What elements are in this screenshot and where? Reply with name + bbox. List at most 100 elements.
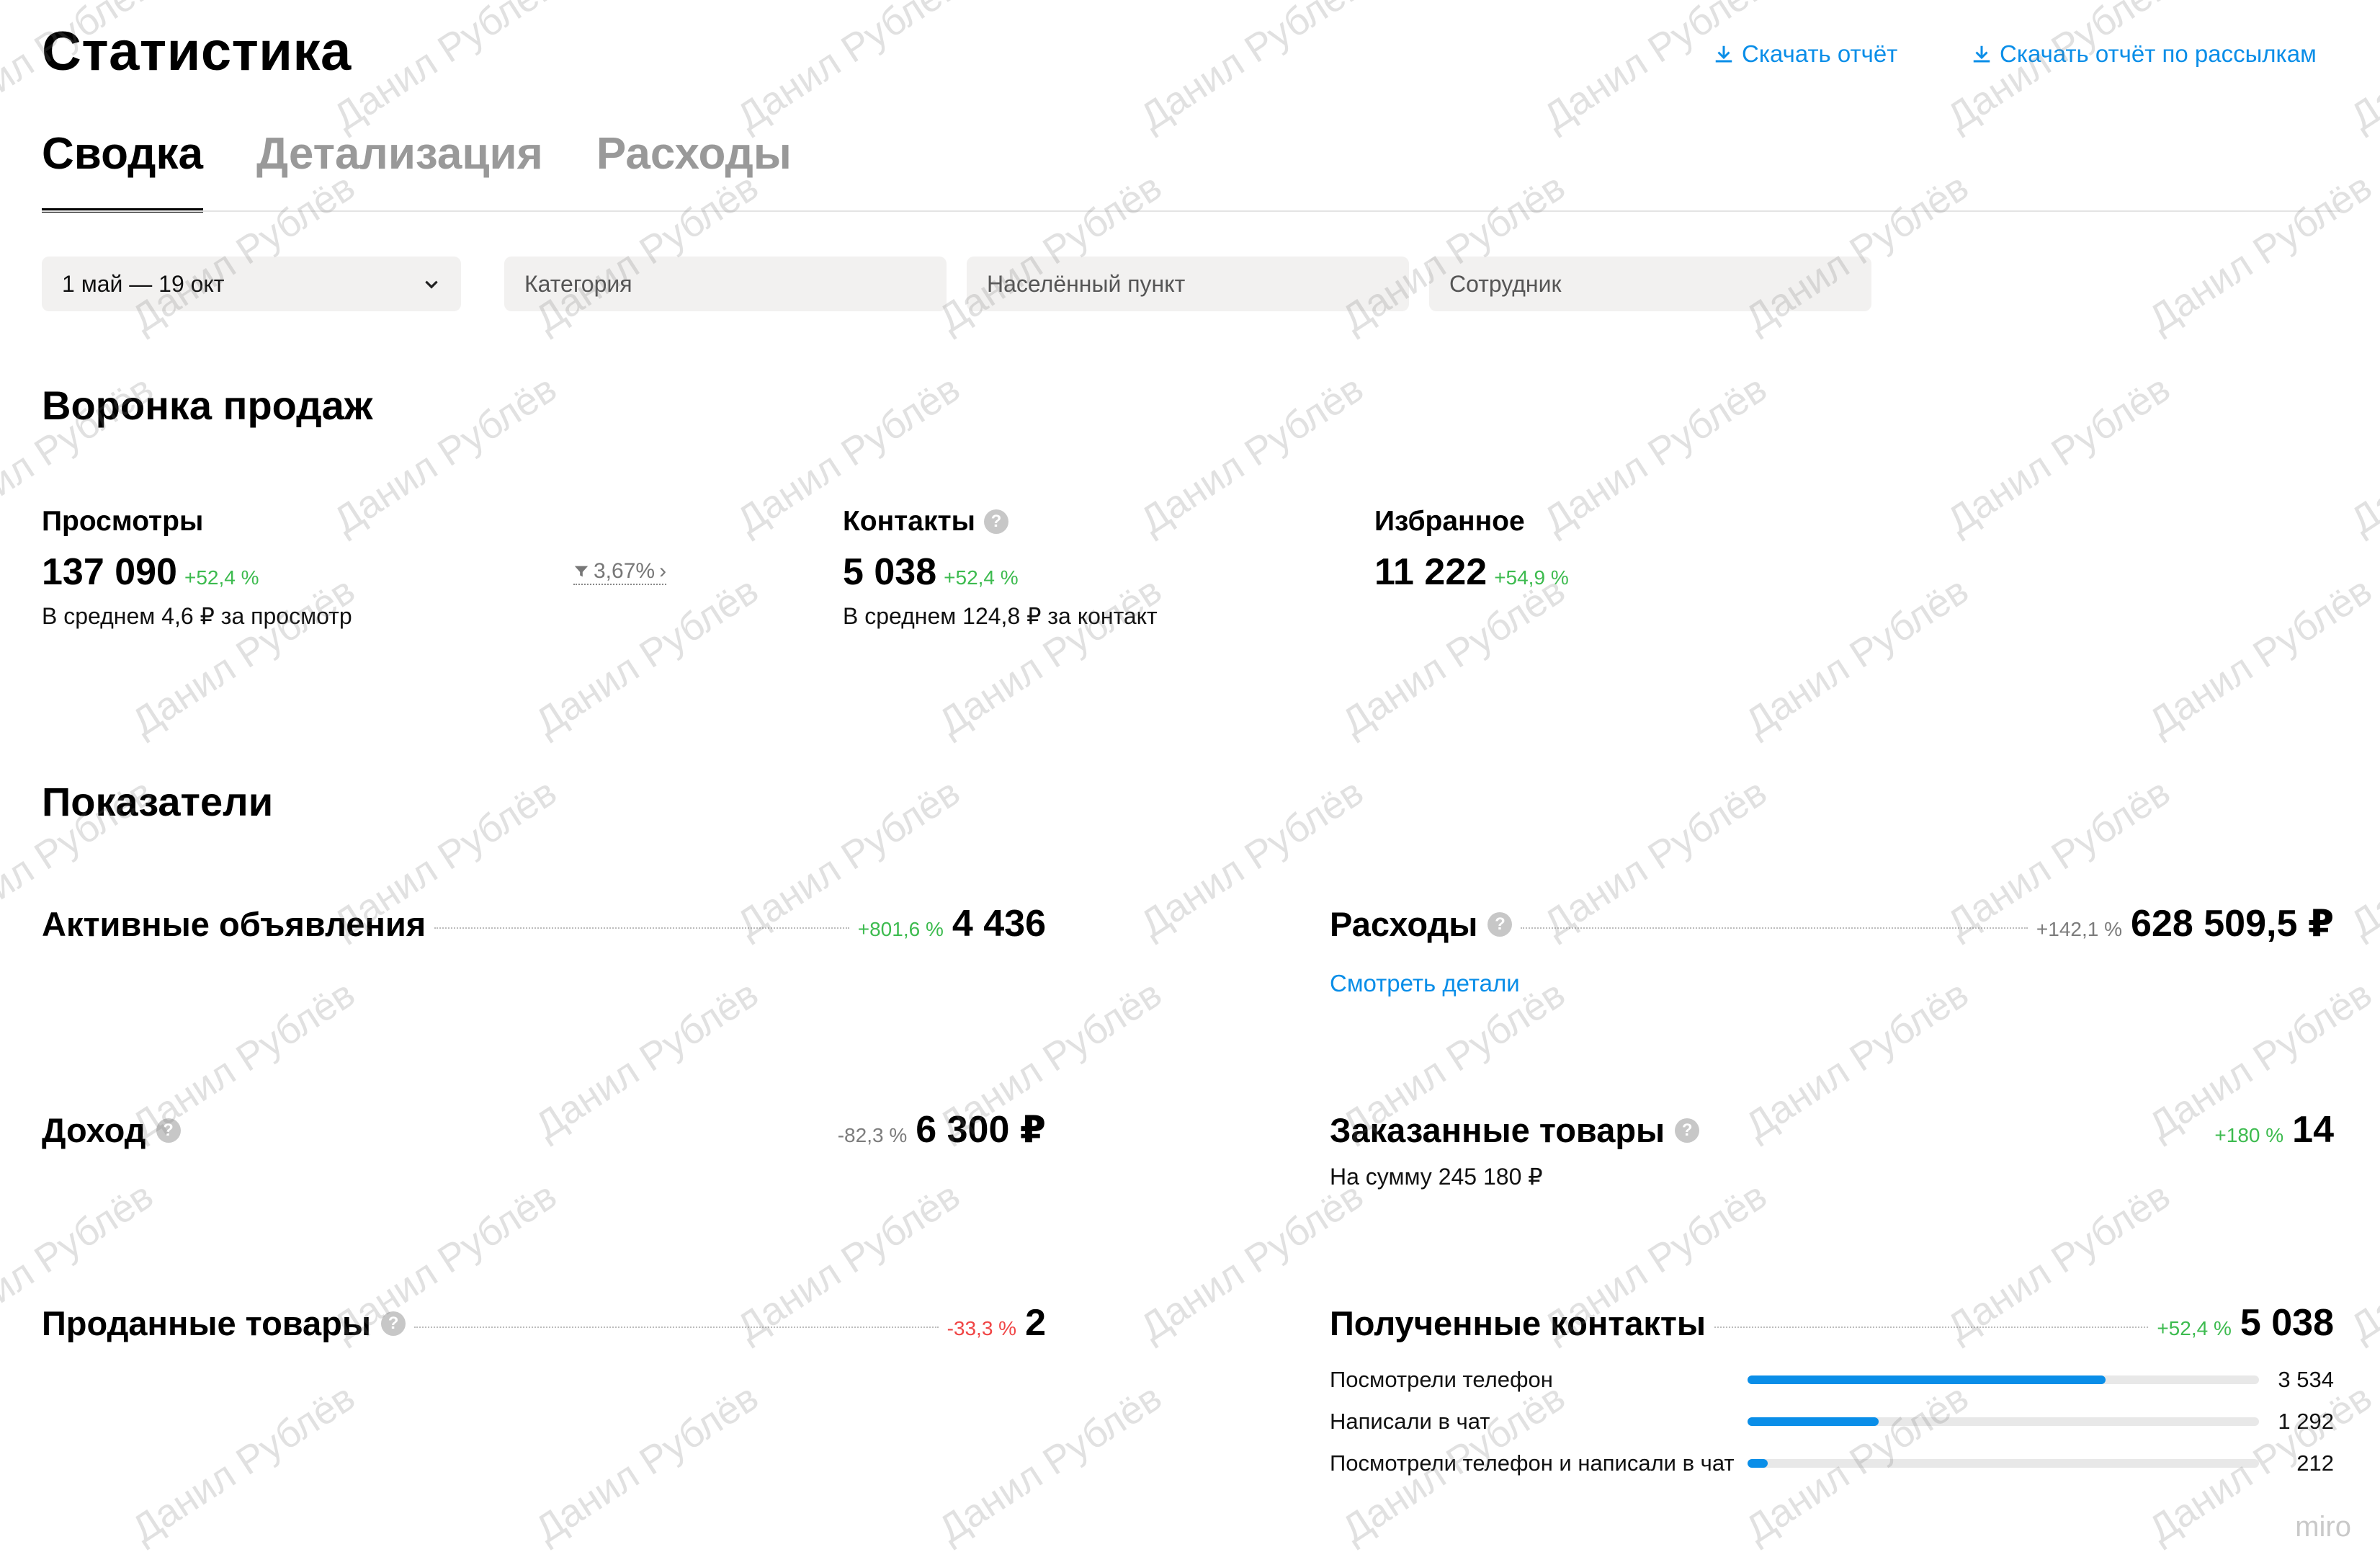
contacts-breakdown: Посмотрели телефон 3 534 Написали в чат … bbox=[1330, 1363, 2334, 1480]
category-placeholder: Категория bbox=[524, 270, 632, 297]
help-icon[interactable]: ? bbox=[1675, 1118, 1700, 1143]
received-contacts-value: 5 038 bbox=[2240, 1302, 2334, 1344]
watermark-text: Данил Рублёв bbox=[1536, 0, 1775, 139]
watermark-text: Данил Рублёв bbox=[2343, 1174, 2380, 1350]
date-range-value: 1 май — 19 окт bbox=[62, 270, 225, 297]
ordered-goods-value: 14 bbox=[2292, 1109, 2334, 1151]
watermark-text: Данил Рублёв bbox=[931, 165, 1170, 341]
download-report-label: Скачать отчёт bbox=[1742, 40, 1898, 67]
expenses-details-link[interactable]: Смотреть детали bbox=[1330, 970, 1520, 997]
progress-fill bbox=[1748, 1459, 1768, 1468]
ordered-goods-change: +180 % bbox=[2214, 1124, 2284, 1146]
dotted-leader bbox=[414, 1327, 939, 1328]
watermark-text: Данил Рублёв bbox=[931, 1375, 1170, 1551]
views-block: Просмотры 137 090 +52,4 % В среднем 4,6 … bbox=[42, 506, 352, 630]
watermark-text: Данил Рублёв bbox=[1536, 367, 1775, 543]
received-contacts-change: +52,4 % bbox=[2157, 1317, 2232, 1339]
conversion-rate[interactable]: 3,67% › bbox=[573, 559, 667, 585]
metric-ordered-goods: Заказанные товары ? +180 % 14 bbox=[1330, 1108, 2334, 1151]
help-icon[interactable]: ? bbox=[983, 509, 1008, 534]
sold-goods-label: Проданные товары bbox=[42, 1304, 372, 1342]
ordered-goods-subtext: На сумму 245 180 ₽ bbox=[1330, 1164, 1543, 1190]
favorites-block: Избранное 11 222 +54,9 % bbox=[1374, 506, 1569, 594]
tab-details[interactable]: Детализация bbox=[256, 128, 543, 213]
received-contacts-label: Полученные контакты bbox=[1330, 1304, 1706, 1342]
breakdown-row: Написали в чат 1 292 bbox=[1330, 1405, 2334, 1438]
metrics-title: Показатели bbox=[42, 779, 274, 824]
watermark-text: Данил Рублёв bbox=[1132, 0, 1372, 139]
tab-expenses[interactable]: Расходы bbox=[596, 128, 792, 213]
favorites-value: 11 222 bbox=[1374, 551, 1488, 593]
breakdown-label: Посмотрели телефон bbox=[1330, 1367, 1553, 1392]
ordered-goods-label: Заказанные товары bbox=[1330, 1111, 1665, 1149]
watermark-text: Данил Рублёв bbox=[1737, 165, 1977, 341]
download-mailing-report-label: Скачать отчёт по рассылкам bbox=[2000, 40, 2317, 67]
chevron-down-icon bbox=[425, 280, 438, 289]
active-ads-value: 4 436 bbox=[952, 903, 1046, 945]
watermark-text: Данил Рублёв bbox=[1132, 367, 1372, 543]
download-mailing-report-link[interactable]: Скачать отчёт по рассылкам bbox=[1971, 40, 2317, 68]
chevron-right-icon: › bbox=[659, 559, 667, 583]
breakdown-label: Написали в чат bbox=[1330, 1409, 1490, 1434]
expenses-label: Расходы bbox=[1330, 905, 1478, 943]
tab-summary[interactable]: Сводка bbox=[42, 128, 203, 213]
watermark-text: Данил Рублёв bbox=[729, 0, 968, 139]
active-ads-change: +801,6 % bbox=[857, 918, 944, 940]
watermark-text: Данил Рублёв bbox=[2141, 165, 2380, 341]
help-icon[interactable]: ? bbox=[1488, 911, 1513, 937]
employee-placeholder: Сотрудник bbox=[1449, 270, 1562, 297]
contacts-block: Контакты ? 5 038 +52,4 % В среднем 124,8… bbox=[843, 506, 1158, 630]
help-icon[interactable]: ? bbox=[156, 1118, 181, 1143]
dotted-leader bbox=[1714, 1327, 2149, 1328]
dotted-leader bbox=[434, 927, 849, 929]
watermark-text: Данил Рублёв bbox=[527, 569, 766, 744]
category-filter[interactable]: Категория bbox=[504, 257, 947, 311]
watermark-text: Данил Рублёв bbox=[124, 1375, 363, 1551]
metric-active-ads: Активные объявления +801,6 % 4 436 bbox=[42, 902, 1046, 945]
help-icon[interactable]: ? bbox=[381, 1311, 406, 1336]
page-title: Статистика bbox=[42, 21, 352, 82]
city-filter[interactable]: Населённый пункт bbox=[967, 257, 1409, 311]
funnel-title: Воронка продаж bbox=[42, 383, 373, 428]
watermark-text: Данил Рублёв bbox=[2343, 770, 2380, 946]
expenses-change: +142,1 % bbox=[2036, 918, 2123, 940]
active-ads-label: Активные объявления bbox=[42, 905, 426, 943]
watermark-text: Данил Рублёв bbox=[1334, 569, 1573, 744]
download-report-link[interactable]: Скачать отчёт bbox=[1713, 40, 1897, 68]
views-change: +52,4 % bbox=[184, 566, 259, 589]
breakdown-value: 3 534 bbox=[2278, 1367, 2334, 1392]
watermark-text: Данил Рублёв bbox=[1334, 165, 1573, 341]
metric-expenses: Расходы ? +142,1 % 628 509,5 ₽ bbox=[1330, 902, 2334, 945]
progress-track bbox=[1748, 1459, 2259, 1468]
employee-filter[interactable]: Сотрудник bbox=[1429, 257, 1871, 311]
progress-track bbox=[1748, 1417, 2259, 1426]
watermark-text: Данил Рублёв bbox=[1939, 367, 2178, 543]
tabs-divider bbox=[42, 210, 2340, 212]
breakdown-label: Посмотрели телефон и написали в чат bbox=[1330, 1450, 1735, 1476]
watermark-text: Данил Рублёв bbox=[2343, 0, 2380, 139]
watermark-text: Данил Рублёв bbox=[1737, 569, 1977, 744]
breakdown-row: Посмотрели телефон и написали в чат 212 bbox=[1330, 1447, 2334, 1480]
watermark-text: Данил Рублёв bbox=[2343, 367, 2380, 543]
download-icon bbox=[1715, 45, 1732, 63]
breakdown-row: Посмотрели телефон 3 534 bbox=[1330, 1363, 2334, 1396]
city-placeholder: Населённый пункт bbox=[987, 270, 1186, 297]
progress-fill bbox=[1748, 1417, 1879, 1426]
metric-income: Доход ? -82,3 % 6 300 ₽ bbox=[42, 1108, 1046, 1151]
income-change: -82,3 % bbox=[837, 1124, 908, 1146]
tab-bar: Сводка Детализация Расходы bbox=[42, 128, 792, 213]
contacts-change: +52,4 % bbox=[944, 566, 1019, 589]
views-value: 137 090 bbox=[42, 551, 177, 593]
metric-received-contacts: Полученные контакты +52,4 % 5 038 bbox=[1330, 1301, 2334, 1345]
favorites-change: +54,9 % bbox=[1494, 566, 1569, 589]
views-label: Просмотры bbox=[42, 506, 204, 537]
download-icon bbox=[1973, 45, 1990, 63]
sold-goods-change: -33,3 % bbox=[947, 1317, 1017, 1339]
conversion-value: 3,67% bbox=[594, 559, 656, 583]
contacts-subtext: В среднем 124,8 ₽ за контакт bbox=[843, 603, 1158, 629]
expenses-value: 628 509,5 ₽ bbox=[2131, 903, 2334, 945]
date-range-select[interactable]: 1 май — 19 окт bbox=[42, 257, 461, 311]
watermark-text: Данил Рублёв bbox=[326, 0, 565, 139]
views-subtext: В среднем 4,6 ₽ за просмотр bbox=[42, 603, 352, 629]
dotted-leader bbox=[1521, 927, 2028, 929]
